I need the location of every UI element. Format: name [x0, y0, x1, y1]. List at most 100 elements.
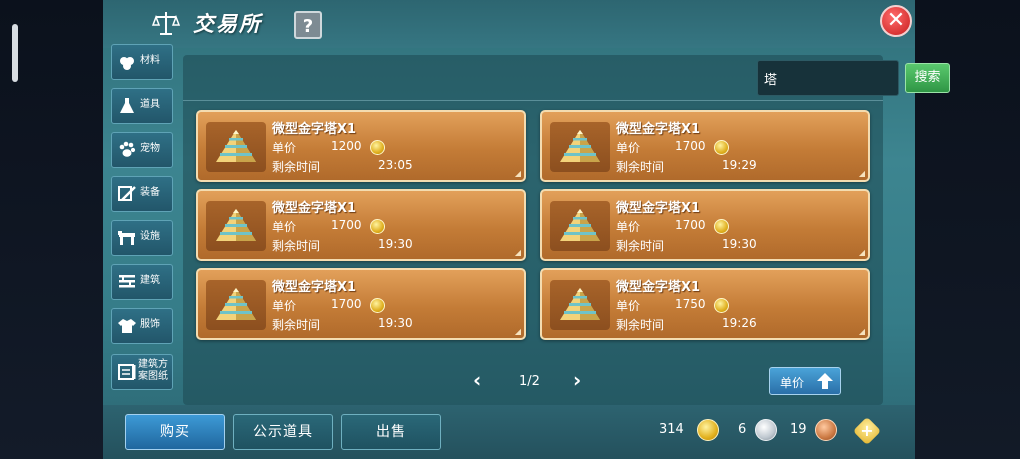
sell-button[interactable]: 出售: [341, 414, 441, 450]
gold-coin-icon: [370, 219, 385, 234]
item-price: 1700: [675, 218, 706, 232]
category-label: 建筑方案图纸: [138, 359, 168, 382]
gold-coin-icon: [697, 419, 719, 441]
exchange-window: 交易所 ? ✕ 材料 道具 宠物 装备 设施 建筑 服饰 建筑方案图纸 塔 搜索…: [103, 0, 950, 459]
item-price: 1750: [675, 297, 706, 311]
background-left: [0, 0, 103, 459]
category-label: 道具: [140, 99, 160, 110]
material-icon: [120, 57, 134, 70]
item-price: 1200: [331, 139, 362, 153]
item-thumbnail: [206, 280, 266, 330]
corner-mark-icon: ◢: [858, 169, 865, 178]
scale-icon: [151, 12, 181, 35]
item-price: 1700: [331, 218, 362, 232]
price-label: 单价: [272, 220, 297, 234]
category-clothing[interactable]: 服饰: [111, 308, 173, 344]
remaining-time-label: 剩余时间: [616, 318, 665, 332]
category-equipment[interactable]: 装备: [111, 176, 173, 212]
remaining-time: 19:26: [722, 316, 757, 330]
sort-by-price-button[interactable]: 单价: [769, 367, 841, 395]
plus-icon: +: [860, 421, 874, 440]
remaining-time-label: 剩余时间: [272, 239, 321, 253]
listing-card[interactable]: 微型金字塔X1 单价 1700 剩余时间 19:30 ◢: [196, 268, 526, 340]
building-icon: [119, 275, 135, 288]
category-material[interactable]: 材料: [111, 44, 173, 80]
price-label: 单价: [272, 141, 297, 155]
flask-icon: [120, 98, 134, 113]
remaining-time-label: 剩余时间: [616, 239, 665, 253]
add-currency-button[interactable]: +: [852, 416, 882, 446]
item-name: 微型金字塔X1: [272, 280, 357, 295]
remaining-time: 23:05: [378, 158, 413, 172]
corner-mark-icon: ◢: [514, 327, 521, 336]
display-items-button[interactable]: 公示道具: [233, 414, 333, 450]
category-label: 设施: [140, 231, 160, 242]
pyramid-icon: [560, 130, 600, 162]
category-label: 服饰: [140, 319, 160, 330]
listing-card[interactable]: 微型金字塔X1 单价 1200 剩余时间 23:05 ◢: [196, 110, 526, 182]
sort-arrow-icon: [817, 373, 833, 389]
corner-mark-icon: ◢: [514, 169, 521, 178]
remaining-time: 19:29: [722, 158, 757, 172]
item-name: 微型金字塔X1: [272, 122, 357, 137]
remaining-time: 19:30: [722, 237, 757, 251]
paw-icon: [119, 141, 136, 157]
item-price: 1700: [331, 297, 362, 311]
prev-page-arrow[interactable]: ‹: [473, 368, 481, 392]
search-button[interactable]: 搜索: [905, 63, 950, 93]
gold-coin-icon: [370, 298, 385, 313]
item-thumbnail: [550, 201, 610, 251]
sort-label: 单价: [780, 376, 805, 390]
search-input[interactable]: 塔: [757, 60, 899, 96]
divider: [183, 100, 883, 101]
item-name: 微型金字塔X1: [272, 201, 357, 216]
price-label: 单价: [272, 299, 297, 313]
listing-card[interactable]: 微型金字塔X1 单价 1750 剩余时间 19:26 ◢: [540, 268, 870, 340]
sword-icon: [118, 186, 136, 201]
silver-amount: 6: [738, 422, 747, 437]
category-label: 建筑: [140, 275, 160, 286]
remaining-time-label: 剩余时间: [272, 318, 321, 332]
close-button[interactable]: ✕: [880, 5, 912, 37]
blueprint-icon: [118, 364, 136, 380]
listing-card[interactable]: 微型金字塔X1 单价 1700 剩余时间 19:30 ◢: [540, 189, 870, 261]
item-price: 1700: [675, 139, 706, 153]
gold-coin-icon: [714, 219, 729, 234]
side-handle[interactable]: [12, 24, 18, 82]
corner-mark-icon: ◢: [514, 248, 521, 257]
price-label: 单价: [616, 220, 641, 234]
bottom-bar: 购买 公示道具 出售 314 6 19 +: [103, 405, 915, 459]
buy-button[interactable]: 购买: [125, 414, 225, 450]
clothing-icon: [118, 319, 136, 333]
item-name: 微型金字塔X1: [616, 201, 701, 216]
category-label: 宠物: [140, 143, 160, 154]
pyramid-icon: [560, 209, 600, 241]
page-indicator: 1/2: [519, 374, 540, 389]
remaining-time: 19:30: [378, 237, 413, 251]
category-facility[interactable]: 设施: [111, 220, 173, 256]
category-pet[interactable]: 宠物: [111, 132, 173, 168]
remaining-time-label: 剩余时间: [616, 160, 665, 174]
item-thumbnail: [550, 280, 610, 330]
item-thumbnail: [206, 201, 266, 251]
remaining-time: 19:30: [378, 316, 413, 330]
pyramid-icon: [216, 209, 256, 241]
category-building[interactable]: 建筑: [111, 264, 173, 300]
bronze-coin-icon: [815, 419, 837, 441]
category-label: 装备: [140, 187, 160, 198]
category-item[interactable]: 道具: [111, 88, 173, 124]
facility-icon: [118, 231, 135, 245]
help-button[interactable]: ?: [294, 11, 322, 39]
gold-coin-icon: [714, 298, 729, 313]
category-blueprint[interactable]: 建筑方案图纸: [111, 354, 173, 390]
item-name: 微型金字塔X1: [616, 280, 701, 295]
category-label: 材料: [140, 55, 160, 66]
listing-card[interactable]: 微型金字塔X1 单价 1700 剩余时间 19:30 ◢: [196, 189, 526, 261]
gold-coin-icon: [370, 140, 385, 155]
gold-amount: 314: [659, 422, 684, 437]
bronze-amount: 19: [790, 422, 807, 437]
pyramid-icon: [216, 288, 256, 320]
pyramid-icon: [216, 130, 256, 162]
listing-card[interactable]: 微型金字塔X1 单价 1700 剩余时间 19:29 ◢: [540, 110, 870, 182]
next-page-arrow[interactable]: ›: [573, 368, 581, 392]
